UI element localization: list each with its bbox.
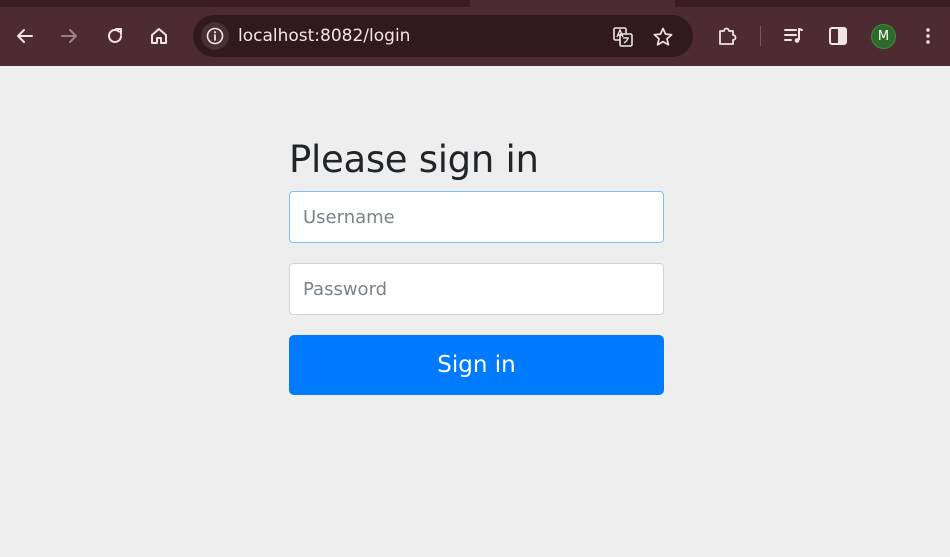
arrow-left-icon bbox=[17, 29, 33, 43]
sign-in-form: Please sign in Sign in bbox=[289, 136, 664, 395]
side-panel-button[interactable] bbox=[823, 21, 853, 51]
puzzle-icon bbox=[719, 27, 737, 45]
tab-strip bbox=[0, 0, 950, 7]
media-controls-button[interactable] bbox=[778, 21, 808, 51]
username-input[interactable] bbox=[289, 191, 664, 243]
toolbar-divider bbox=[760, 26, 761, 46]
active-tab-edge[interactable] bbox=[470, 0, 675, 7]
media-queue-icon bbox=[784, 28, 803, 43]
page-content: Please sign in Sign in bbox=[0, 66, 950, 557]
side-panel-icon bbox=[829, 27, 847, 45]
page-title: Please sign in bbox=[289, 138, 539, 181]
browser-toolbar: localhost:8082/login M bbox=[0, 0, 950, 66]
home-icon bbox=[151, 28, 167, 44]
browser-menu-button[interactable] bbox=[913, 21, 943, 51]
home-button[interactable] bbox=[144, 21, 174, 51]
star-icon bbox=[653, 27, 673, 46]
sign-in-button[interactable]: Sign in bbox=[289, 335, 664, 395]
url-text[interactable]: localhost:8082/login bbox=[238, 26, 410, 46]
kebab-menu-icon bbox=[926, 28, 930, 44]
translate-button[interactable] bbox=[611, 25, 635, 49]
info-icon bbox=[206, 27, 224, 45]
reload-button[interactable] bbox=[100, 21, 130, 51]
address-bar[interactable]: localhost:8082/login bbox=[193, 15, 693, 57]
profile-avatar[interactable]: M bbox=[871, 24, 896, 49]
extensions-button[interactable] bbox=[712, 21, 742, 51]
translate-icon bbox=[613, 27, 633, 47]
forward-button[interactable] bbox=[54, 21, 84, 51]
arrow-right-icon bbox=[61, 29, 77, 43]
bookmark-button[interactable] bbox=[651, 25, 675, 49]
site-info-button[interactable] bbox=[201, 22, 229, 50]
password-input[interactable] bbox=[289, 263, 664, 315]
reload-icon bbox=[108, 28, 122, 43]
back-button[interactable] bbox=[10, 21, 40, 51]
